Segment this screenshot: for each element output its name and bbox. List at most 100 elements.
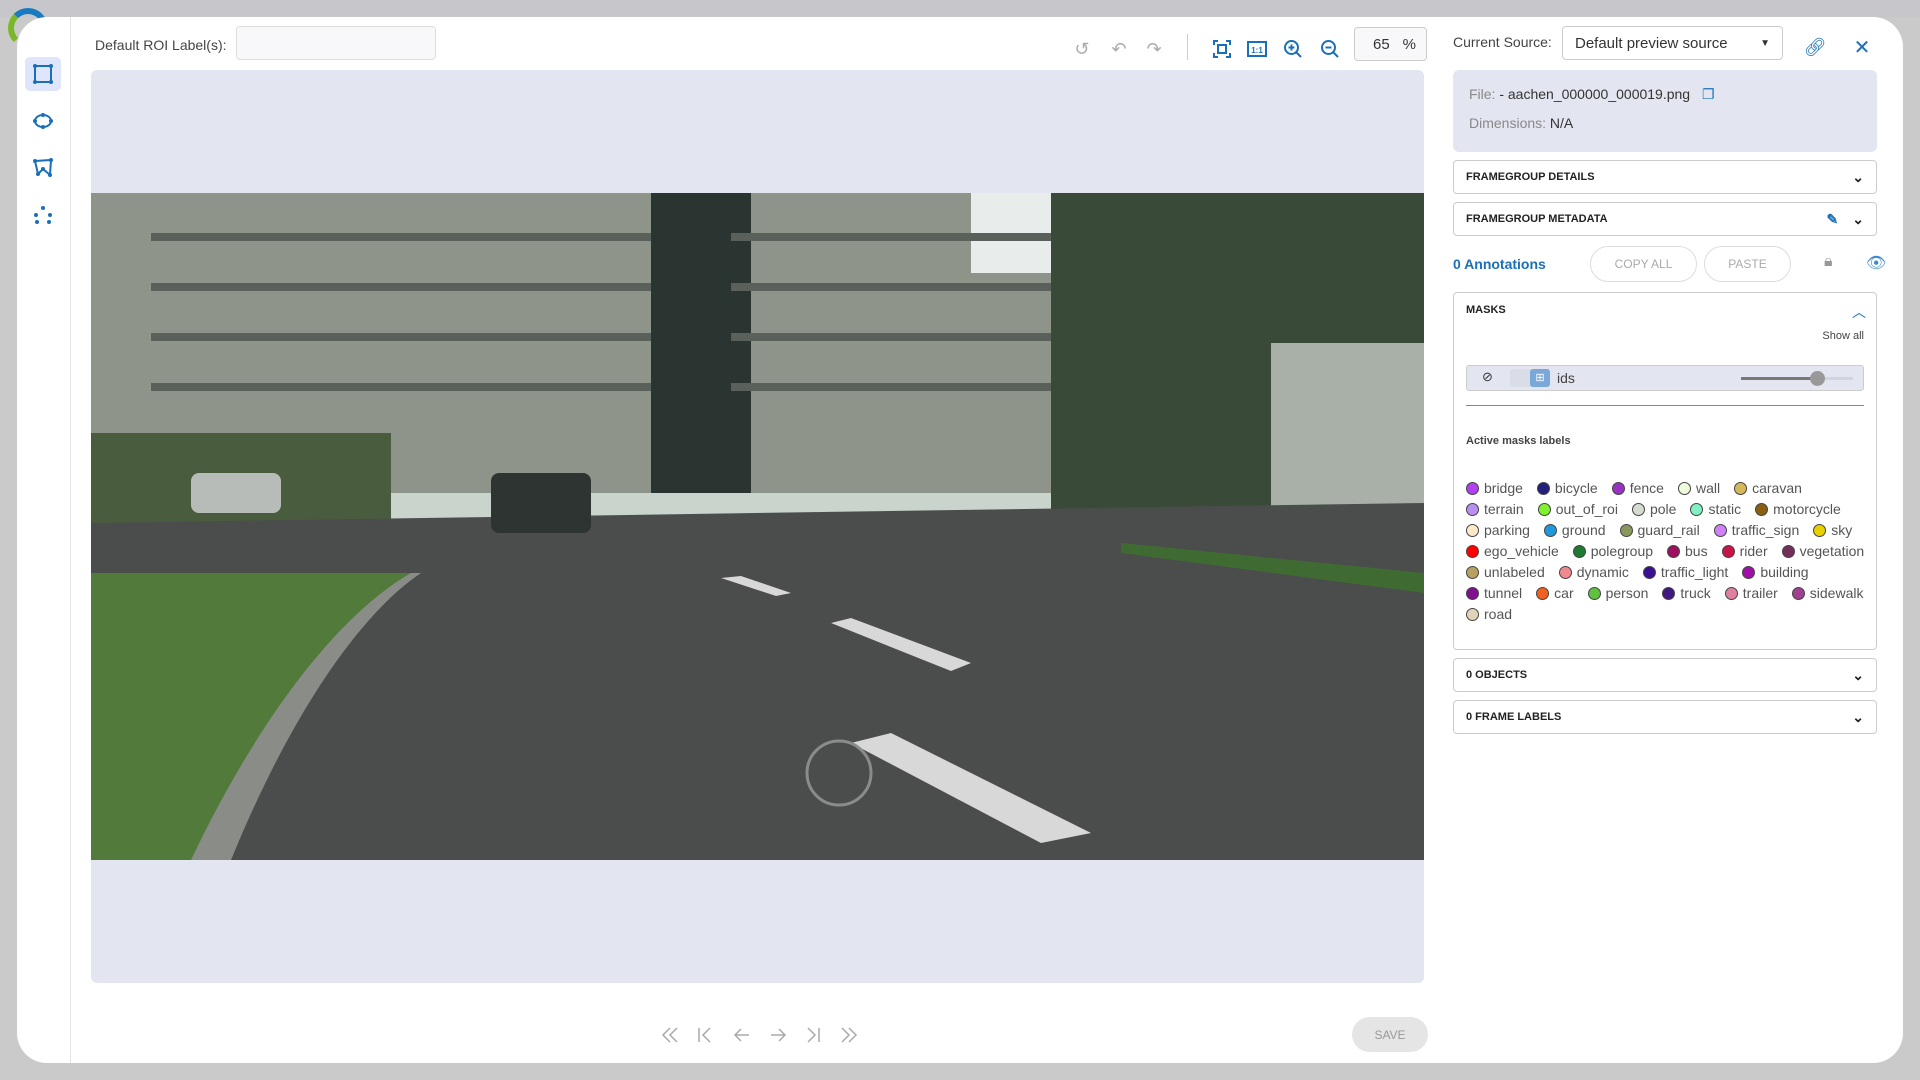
color-dot-icon [1466, 502, 1479, 516]
dropdown-arrow-icon: ▼ [1760, 37, 1770, 49]
color-dot-icon [1690, 502, 1704, 516]
previous-frame-icon[interactable] [730, 1023, 754, 1047]
color-dot-icon [1642, 565, 1656, 579]
opacity-slider-handle[interactable] [1810, 371, 1826, 386]
mask-label-name: terrain [1484, 501, 1524, 517]
chevron-up-icon[interactable]: ︿ [1852, 302, 1866, 322]
mask-label-name: guard_rail [1637, 522, 1700, 538]
first-frame-icon[interactable] [658, 1023, 682, 1047]
framegroup-metadata-section[interactable]: FRAMEGROUP METADATA ✎ ⌄ [1453, 202, 1877, 236]
zoom-out-icon[interactable] [1318, 37, 1342, 61]
undo-icon[interactable]: ↶ [1107, 37, 1131, 61]
mask-label-item: motorcycle [1755, 500, 1841, 518]
roi-label-input[interactable] [236, 26, 436, 60]
zoom-in-icon[interactable] [1281, 37, 1305, 61]
mask-label-item: truck [1662, 584, 1711, 602]
color-dot-icon [1742, 565, 1756, 579]
mask-label-name: ground [1561, 522, 1606, 538]
polygon-tool-button[interactable] [25, 151, 61, 185]
mask-label-name: sky [1831, 522, 1853, 538]
mask-label-name: person [1605, 585, 1649, 601]
mask-label-name: traffic_light [1660, 564, 1729, 580]
edit-icon[interactable]: ✎ [1827, 211, 1839, 227]
mask-label-name: road [1484, 606, 1513, 622]
image-canvas[interactable] [91, 70, 1424, 983]
frame-labels-section[interactable]: 0 FRAME LABELS ⌄ [1453, 700, 1877, 734]
mask-label-item: building [1742, 563, 1809, 581]
mask-labels-legend: bridge bicycle fence wall caravan terrain out_… [1466, 479, 1866, 623]
mask-label-name: tunnel [1484, 585, 1523, 601]
tool-sidebar [17, 17, 71, 1063]
active-masks-title: Active masks labels [1466, 435, 1571, 447]
copy-all-button[interactable]: COPY ALL [1590, 246, 1697, 282]
rectangle-tool-button[interactable] [25, 57, 61, 91]
mask-label-item: terrain [1466, 500, 1524, 518]
eye-icon[interactable]: 👁︎ [1866, 253, 1886, 273]
mask-label-item: guard_rail [1619, 521, 1700, 539]
color-dot-icon [1466, 607, 1479, 621]
color-dot-icon [1611, 481, 1625, 495]
right-panel: File: - aachen_000000_000019.png ❐ Dimen… [1453, 70, 1886, 734]
mask-label-name: motorcycle [1773, 501, 1841, 517]
show-all-link[interactable]: Show all [1822, 330, 1864, 342]
color-dot-icon [1631, 502, 1645, 516]
copy-filename-icon[interactable]: ❐ [1702, 86, 1715, 102]
objects-section[interactable]: 0 OBJECTS ⌄ [1453, 658, 1877, 692]
paste-button[interactable]: PASTE [1704, 246, 1791, 282]
previous-keyframe-icon[interactable] [693, 1023, 717, 1047]
roi-label: Default ROI Label(s): [95, 37, 227, 53]
mask-label-name: sidewalk [1809, 585, 1864, 601]
mask-label-item: caravan [1734, 479, 1802, 497]
zoom-input[interactable]: 65% [1354, 27, 1427, 61]
mask-label-name: out_of_roi [1555, 501, 1618, 517]
ellipse-icon [33, 113, 53, 129]
chevron-down-icon: ⌄ [1852, 708, 1864, 725]
rectangle-icon [33, 64, 53, 84]
opacity-slider[interactable] [1741, 371, 1853, 386]
framegroup-details-section[interactable]: FRAMEGROUP DETAILS ⌄ [1453, 160, 1877, 194]
layer-toggle[interactable]: ⊞ [1510, 369, 1550, 387]
mask-label-item: bicycle [1536, 479, 1598, 497]
mask-label-item: bridge [1466, 479, 1523, 497]
mask-label-item: pole [1631, 500, 1676, 518]
next-frame-icon[interactable] [766, 1023, 790, 1047]
mask-label-name: fence [1629, 480, 1664, 496]
redo-icon[interactable]: ↷ [1142, 37, 1166, 61]
mask-label-item: ego_vehicle [1466, 542, 1559, 560]
link-icon[interactable]: 🔗︎ [1803, 35, 1827, 59]
mask-label-item: tunnel [1466, 584, 1522, 602]
mask-label-item: static [1690, 500, 1741, 518]
mask-label-name: static [1708, 501, 1742, 517]
close-icon[interactable]: ✕ [1850, 35, 1874, 59]
street-scene-image [91, 193, 1424, 860]
source-select[interactable]: Default preview source ▼ [1562, 26, 1783, 60]
next-keyframe-icon[interactable] [801, 1023, 825, 1047]
last-frame-icon[interactable] [837, 1023, 861, 1047]
divider [1466, 405, 1864, 406]
mask-label-item: person [1587, 584, 1649, 602]
mask-label-name: vegetation [1799, 543, 1865, 559]
fit-screen-icon[interactable] [1210, 37, 1234, 61]
color-dot-icon [1724, 586, 1738, 600]
mask-label-item: fence [1611, 479, 1664, 497]
mask-label-item: traffic_sign [1713, 521, 1799, 539]
save-button[interactable]: SAVE [1352, 1017, 1428, 1052]
mask-label-name: car [1554, 585, 1574, 601]
annotation-modal: Default ROI Label(s): ↺ ↶ ↷ 1:1 65% Curr… [17, 17, 1903, 1063]
history-icon[interactable]: ↺ [1070, 37, 1094, 61]
points-tool-button[interactable] [25, 198, 61, 232]
mask-layer-row: ⊘ ⊞ ids [1466, 365, 1864, 391]
section-title: 0 FRAME LABELS [1466, 711, 1562, 723]
chevron-down-icon: ⌄ [1852, 168, 1864, 185]
ellipse-tool-button[interactable] [25, 104, 61, 138]
file-info: File: - aachen_000000_000019.png ❐ Dimen… [1453, 70, 1877, 152]
eye-off-icon[interactable]: ⊘ [1482, 369, 1493, 385]
mask-label-item: sidewalk [1791, 584, 1864, 602]
masks-section: MASKS ︿ Show all ⊘ ⊞ ids Active masks la… [1453, 292, 1877, 650]
annotations-row: 0 Annotations COPY ALL PASTE 🔒︎ 👁︎ [1453, 236, 1886, 292]
lock-icon[interactable]: 🔒︎ [1824, 253, 1833, 271]
actual-size-icon[interactable]: 1:1 [1245, 37, 1269, 61]
file-name: - aachen_000000_000019.png [1499, 86, 1691, 102]
mask-label-item: unlabeled [1466, 563, 1545, 581]
annotations-count[interactable]: 0 Annotations [1453, 256, 1546, 272]
